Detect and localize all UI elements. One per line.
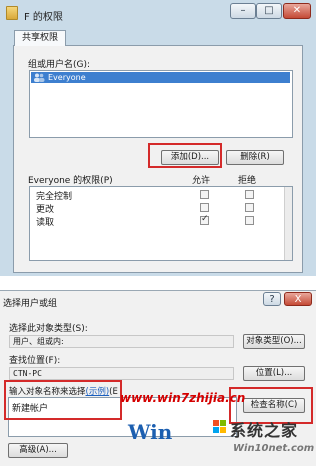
deny-checkbox[interactable] — [245, 216, 254, 225]
allow-header: 允许 — [192, 176, 211, 186]
object-type-label: 选择此对象类型(S): — [9, 324, 88, 334]
permission-name: 读取 — [36, 218, 55, 228]
allow-checkbox[interactable] — [200, 214, 209, 225]
locations-button[interactable]: 位置(L)... — [243, 366, 305, 381]
remove-button[interactable]: 删除(R) — [226, 150, 284, 165]
window-title: F 的权限 — [24, 12, 63, 23]
deny-header: 拒绝 — [238, 176, 257, 186]
object-types-button[interactable]: 对象类型(O)... — [243, 334, 305, 349]
allow-checkbox[interactable] — [200, 203, 209, 212]
highlight-box — [4, 380, 122, 420]
help-button[interactable]: ? — [263, 292, 281, 306]
location-label: 查找位置(F): — [9, 356, 61, 366]
folder-icon — [6, 6, 18, 20]
tab-share-permissions[interactable]: 共享权限 — [14, 30, 66, 46]
maximize-button[interactable]: □ — [256, 3, 282, 19]
groups-label: 组或用户名(G): — [28, 60, 91, 70]
minimize-button[interactable]: – — [230, 3, 256, 19]
watermark-url: www.win7zhijia.cn — [120, 391, 246, 405]
close-button[interactable]: X — [284, 292, 312, 306]
user-name: Everyone — [48, 73, 86, 82]
watermark-site-domain: Win10net.com — [233, 443, 315, 454]
location-field: CTN-PC — [9, 367, 234, 380]
deny-checkbox[interactable] — [245, 203, 254, 212]
watermark-logo: Win — [128, 420, 173, 444]
deny-checkbox[interactable] — [245, 190, 254, 199]
watermark-site-name: 系统之家 — [230, 421, 299, 440]
windows-logo-icon — [213, 420, 226, 433]
advanced-button[interactable]: 高级(A)... — [8, 443, 68, 458]
window-title: 选择用户或组 — [3, 299, 58, 309]
users-icon — [34, 73, 45, 82]
scrollbar[interactable] — [284, 187, 292, 260]
permission-name: 完全控制 — [36, 192, 73, 202]
highlight-box — [148, 143, 222, 168]
permission-name: 更改 — [36, 205, 55, 215]
permissions-header: Everyone 的权限(P) — [28, 176, 113, 186]
close-button[interactable]: ✕ — [283, 3, 311, 19]
allow-checkbox[interactable] — [200, 190, 209, 199]
object-type-field: 用户、组或内: — [9, 335, 234, 348]
